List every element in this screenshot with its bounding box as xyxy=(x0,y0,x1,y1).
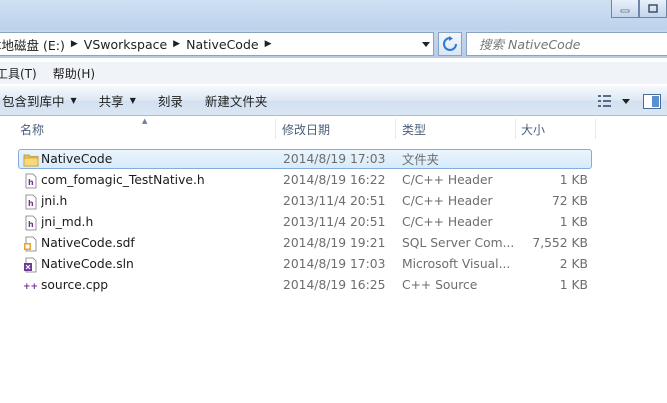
refresh-icon xyxy=(443,36,457,51)
refresh-button[interactable] xyxy=(438,32,462,56)
column-header-type[interactable]: 类型 xyxy=(402,117,514,141)
header-file-icon: h xyxy=(23,215,39,231)
file-date: 2013/11/4 20:51 xyxy=(283,215,386,229)
file-size: 7,552 KB xyxy=(532,236,588,250)
file-size: 72 KB xyxy=(551,194,588,208)
file-date: 2014/8/19 16:25 xyxy=(283,278,386,292)
svg-text:h: h xyxy=(28,199,34,208)
new-folder-label: 新建文件夹 xyxy=(204,94,268,109)
file-name: NativeCode.sdf xyxy=(41,236,135,250)
new-folder-button[interactable]: 新建文件夹 xyxy=(194,91,279,110)
column-header-size[interactable]: 大小 xyxy=(521,117,595,141)
chevron-down-icon xyxy=(421,41,430,47)
column-date-label: 修改日期 xyxy=(282,122,331,137)
include-in-library-button[interactable]: 包含到库中 ▼ xyxy=(0,91,88,110)
column-divider[interactable] xyxy=(515,119,516,139)
chevron-down-icon: ▼ xyxy=(70,96,77,105)
file-row[interactable]: NativeCode.sln 2014/8/19 17:03 Microsoft V… xyxy=(18,254,592,274)
column-divider[interactable] xyxy=(275,119,276,139)
command-bar: 包含到库中 ▼ 共享 ▼ 刻录 新建文件夹 xyxy=(0,86,667,116)
file-date: 2014/8/19 17:03 xyxy=(283,257,386,271)
file-row[interactable]: ++ source.cpp 2014/8/19 16:25 C++ Source 1 K… xyxy=(18,275,592,295)
details-view-icon xyxy=(598,95,630,107)
column-name-label: 名称 xyxy=(20,122,45,137)
file-type: C/C++ Header xyxy=(402,173,493,187)
window-titlebar xyxy=(0,0,667,30)
file-size: 1 KB xyxy=(559,215,588,229)
chevron-down-icon: ▼ xyxy=(129,96,136,105)
share-button[interactable]: 共享 ▼ xyxy=(88,91,147,110)
file-name: com_fomagic_TestNative.h xyxy=(41,173,205,187)
file-row[interactable]: NativeCode.sdf 2014/8/19 19:21 SQL Server … xyxy=(18,233,592,253)
sql-file-icon xyxy=(23,236,39,252)
breadcrumb-vsworkspace[interactable]: VSworkspace xyxy=(84,37,167,52)
maximize-button[interactable] xyxy=(639,0,667,18)
file-type: C++ Source xyxy=(402,278,478,292)
file-row[interactable]: h com_fomagic_TestNative.h 2014/8/19 16:22… xyxy=(18,170,592,190)
breadcrumb-arrow-icon[interactable]: ▶ xyxy=(71,39,78,49)
file-list: ▲ 名称 修改日期 类型 大小 NativeCode 2014/8/19 17:0… xyxy=(0,117,667,403)
file-date: 2014/8/19 16:22 xyxy=(283,173,386,187)
address-row: 本地磁盘 (E:) ▶ VSworkspace ▶ NativeCode ▶ xyxy=(0,30,667,58)
breadcrumb-arrow-icon[interactable]: ▶ xyxy=(265,39,272,49)
folder-icon xyxy=(23,152,39,168)
file-name: NativeCode.sln xyxy=(41,257,134,271)
file-type: C/C++ Header xyxy=(402,194,493,208)
address-bar[interactable]: 本地磁盘 (E:) ▶ VSworkspace ▶ NativeCode ▶ xyxy=(0,32,434,56)
file-size: 1 KB xyxy=(559,173,588,187)
cpp-file-icon: ++ xyxy=(23,278,39,294)
address-history-dropdown[interactable] xyxy=(417,33,433,55)
svg-text:++: ++ xyxy=(23,282,38,292)
file-row[interactable]: h jni_md.h 2013/11/4 20:51 C/C++ Header 1 KB xyxy=(18,212,592,232)
menu-bar: 工具(T) 帮助(H) xyxy=(0,62,667,84)
header-file-icon: h xyxy=(23,194,39,210)
column-type-label: 类型 xyxy=(402,122,427,137)
window-controls xyxy=(611,0,667,18)
include-in-library-label: 包含到库中 xyxy=(2,94,65,109)
column-header-name[interactable]: 名称 xyxy=(20,117,274,141)
file-row[interactable]: h jni.h 2013/11/4 20:51 C/C++ Header 72 KB xyxy=(18,191,592,211)
breadcrumb-nativecode[interactable]: NativeCode xyxy=(186,37,258,52)
file-size: 1 KB xyxy=(559,278,588,292)
file-name: NativeCode xyxy=(41,152,113,166)
search-input[interactable] xyxy=(479,36,629,52)
view-controls xyxy=(593,86,667,116)
breadcrumb-drive[interactable]: 本地磁盘 (E:) xyxy=(0,35,65,54)
menu-tools[interactable]: 工具(T) xyxy=(0,65,45,82)
file-size: 2 KB xyxy=(559,257,588,271)
preview-pane-icon xyxy=(643,93,661,109)
file-name: source.cpp xyxy=(41,278,109,292)
column-header-date[interactable]: 修改日期 xyxy=(282,117,394,141)
column-size-label: 大小 xyxy=(521,122,546,137)
file-type: Microsoft Visual... xyxy=(402,257,511,271)
svg-text:h: h xyxy=(28,220,34,229)
minimize-button[interactable] xyxy=(611,0,639,18)
breadcrumb: 本地磁盘 (E:) ▶ VSworkspace ▶ NativeCode ▶ xyxy=(0,35,278,54)
minimize-icon xyxy=(620,9,630,12)
file-type: 文件夹 xyxy=(402,153,439,167)
column-divider[interactable] xyxy=(395,119,396,139)
file-name: jni_md.h xyxy=(41,215,94,229)
preview-pane-button[interactable] xyxy=(637,90,667,112)
file-date: 2014/8/19 19:21 xyxy=(283,236,386,250)
column-divider[interactable] xyxy=(595,119,596,139)
breadcrumb-arrow-icon[interactable]: ▶ xyxy=(173,39,180,49)
svg-text:h: h xyxy=(28,178,34,187)
burn-button[interactable]: 刻录 xyxy=(147,91,194,110)
file-date: 2014/8/19 17:03 xyxy=(283,152,386,166)
menu-help[interactable]: 帮助(H) xyxy=(45,65,103,82)
change-view-button[interactable] xyxy=(593,90,637,112)
file-date: 2013/11/4 20:51 xyxy=(283,194,386,208)
file-type: SQL Server Com... xyxy=(402,236,514,250)
file-row[interactable]: NativeCode 2014/8/19 17:03 文件夹 xyxy=(18,149,592,169)
search-box[interactable] xyxy=(466,32,667,56)
header-file-icon: h xyxy=(23,173,39,189)
maximize-icon xyxy=(648,3,658,13)
share-label: 共享 xyxy=(98,94,124,109)
file-type: C/C++ Header xyxy=(402,215,493,229)
burn-label: 刻录 xyxy=(157,94,183,109)
file-name: jni.h xyxy=(41,194,68,208)
visual-studio-solution-icon xyxy=(23,257,39,273)
